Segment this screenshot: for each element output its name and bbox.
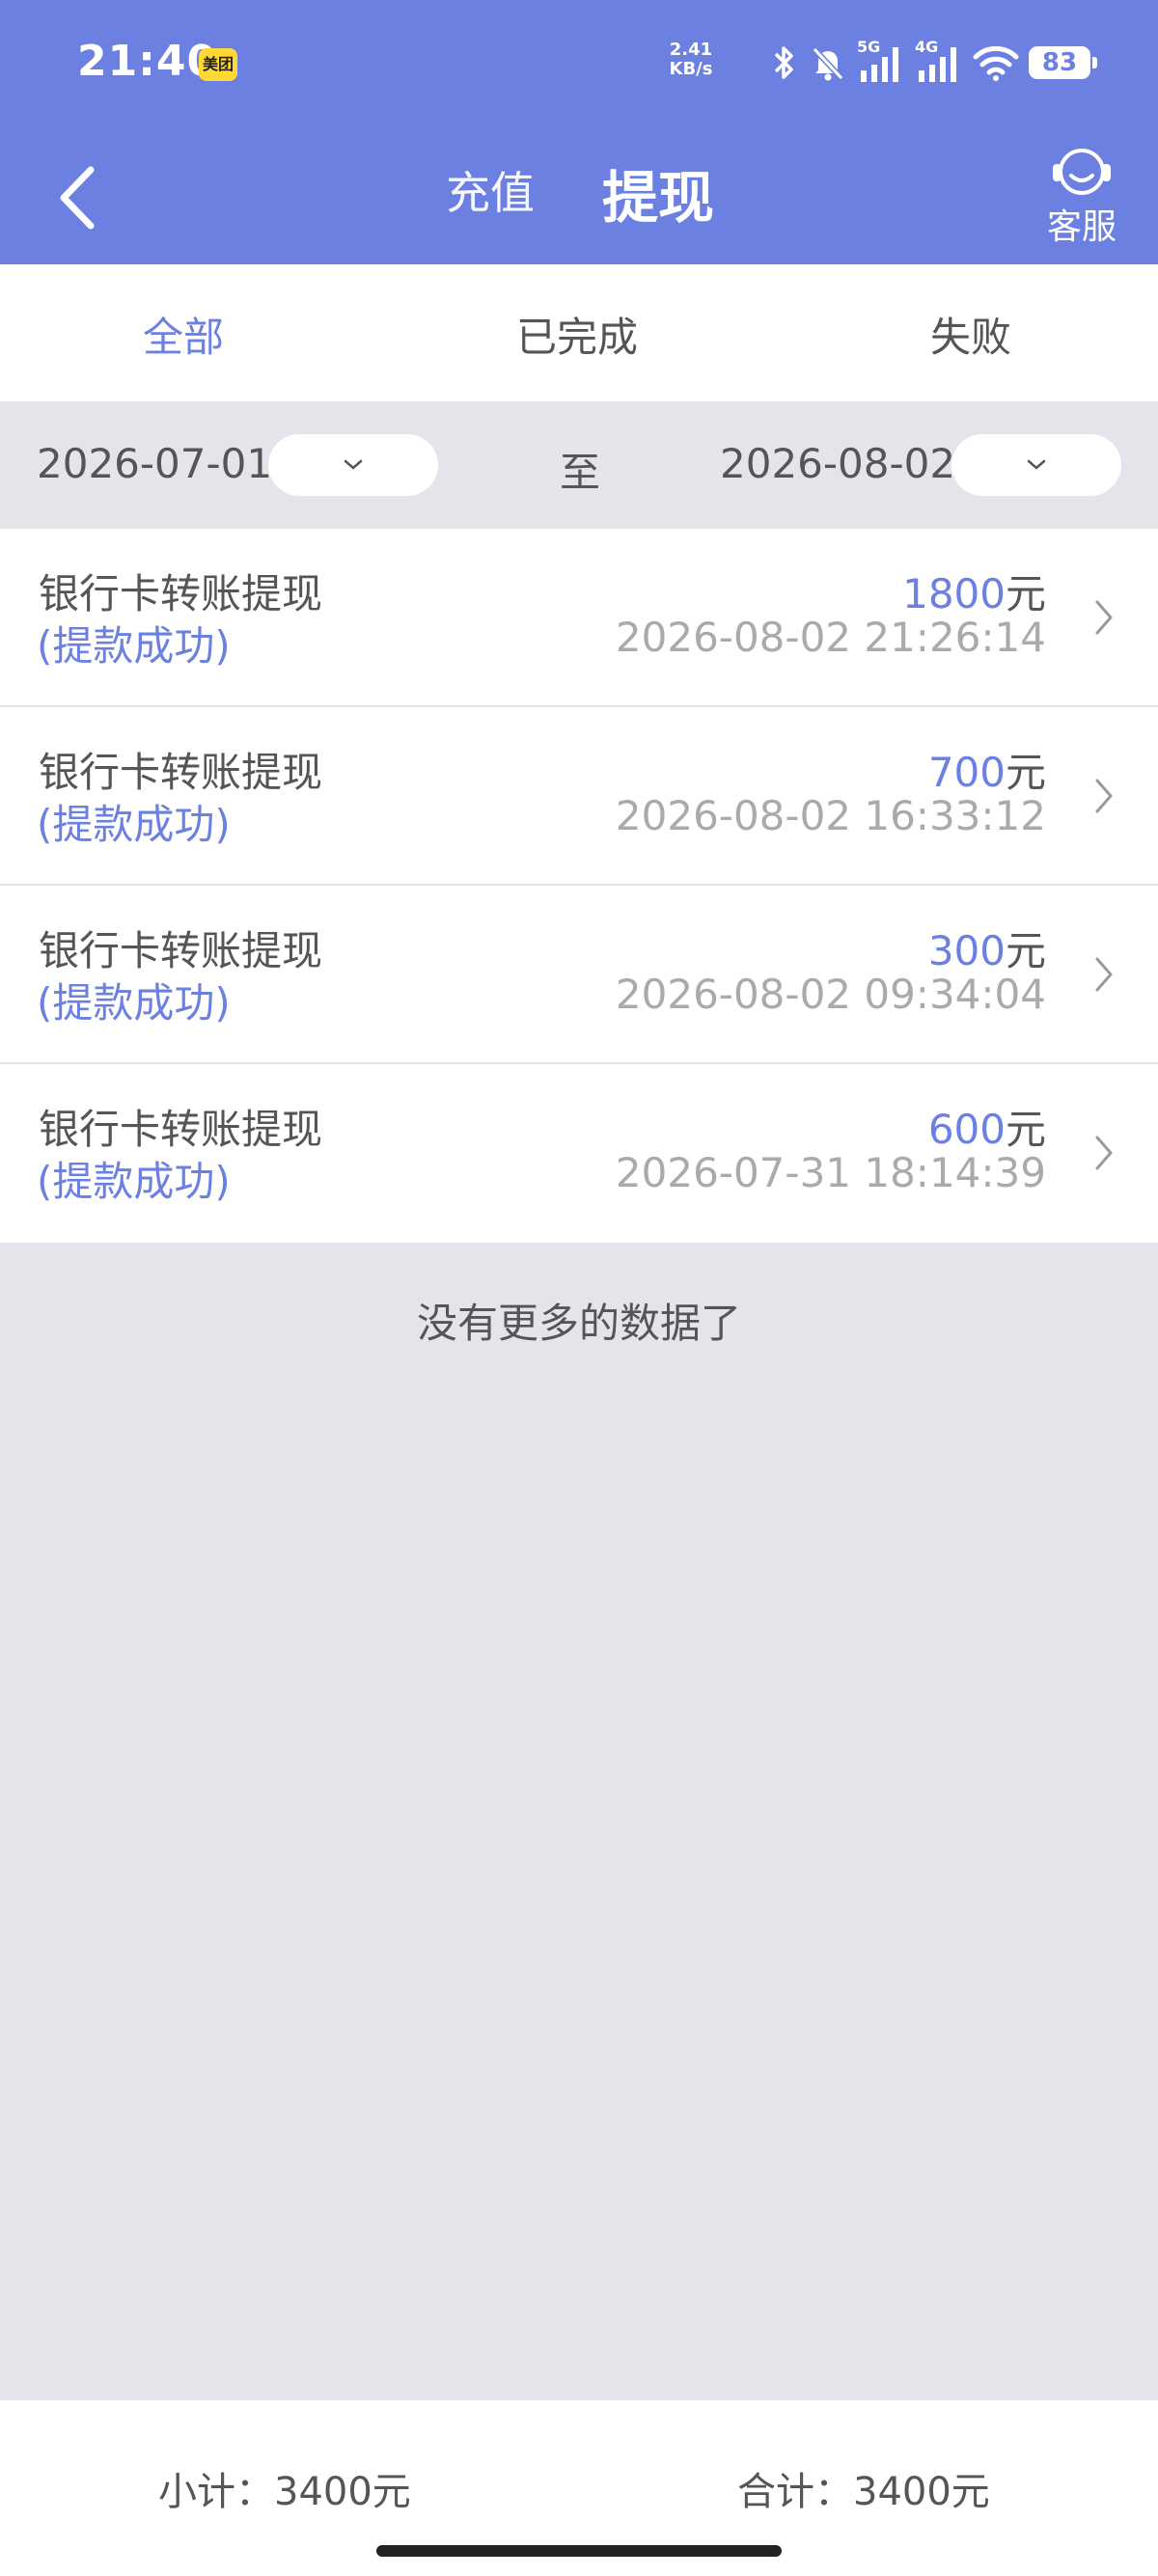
record-status: (提款成功) — [37, 801, 231, 848]
chevron-down-icon — [344, 459, 363, 470]
end-date-dropdown[interactable] — [951, 434, 1121, 496]
network-speed-unit: KB/s — [669, 59, 713, 79]
date-range-separator: 至 — [560, 449, 601, 496]
back-arrow-icon[interactable] — [54, 164, 102, 232]
record-status: (提款成功) — [37, 622, 231, 670]
list-item[interactable]: 银行卡转账提现 (提款成功) 600元 2026-07-31 18:14:39 — [0, 1064, 1158, 1243]
record-amount: 300元 — [927, 927, 1046, 974]
signal-5g: 5G — [857, 38, 905, 84]
wifi-icon — [973, 45, 1019, 81]
record-amount: 600元 — [927, 1106, 1046, 1153]
home-indicator[interactable] — [376, 2545, 782, 2557]
network-speed: 2.41 KB/s — [666, 41, 716, 79]
app-notification-badge: 美团 — [199, 48, 237, 81]
chevron-right-icon — [1095, 600, 1113, 635]
total: 合计：3400元 — [737, 2470, 990, 2514]
list-item[interactable]: 银行卡转账提现 (提款成功) 1800元 2026-08-02 21:26:14 — [0, 529, 1158, 707]
record-time: 2026-08-02 21:26:14 — [615, 614, 1046, 661]
list-item[interactable]: 银行卡转账提现 (提款成功) 300元 2026-08-02 09:34:04 — [0, 886, 1158, 1064]
filter-tabs: 全部 已完成 失败 — [0, 264, 1158, 401]
withdraw-record-list: 银行卡转账提现 (提款成功) 1800元 2026-08-02 21:26:14… — [0, 529, 1158, 1243]
chevron-right-icon — [1095, 1136, 1113, 1170]
record-time: 2026-08-02 09:34:04 — [615, 971, 1046, 1018]
filter-tab-completed[interactable]: 已完成 — [516, 305, 638, 364]
date-range-bar: 2026-07-01 至 2026-08-02 — [0, 401, 1158, 529]
chevron-right-icon — [1095, 957, 1113, 992]
record-amount: 700元 — [927, 749, 1046, 796]
subtotal: 小计：3400元 — [158, 2470, 411, 2514]
start-date: 2026-07-01 — [37, 440, 273, 487]
record-amount: 1800元 — [902, 570, 1046, 617]
record-title: 银行卡转账提现 — [39, 1106, 323, 1153]
customer-service-button[interactable]: 客服 — [1038, 143, 1125, 249]
no-more-data-text: 没有更多的数据了 — [416, 1300, 741, 1347]
summary-footer: 小计：3400元 合计：3400元 — [0, 2400, 1158, 2576]
status-time: 21:40 — [77, 37, 218, 86]
signal-4g: 4G — [915, 38, 963, 84]
record-status: (提款成功) — [37, 979, 231, 1027]
top-bar: 21:40 美团 2.41 KB/s 5G 4G 83 充值 提现 客服 — [0, 0, 1158, 264]
signal-bars-icon — [919, 47, 956, 82]
list-item[interactable]: 银行卡转账提现 (提款成功) 700元 2026-08-02 16:33:12 — [0, 707, 1158, 886]
record-title: 银行卡转账提现 — [39, 570, 323, 617]
status-icons: 5G 4G 83 — [770, 38, 1097, 87]
tab-recharge[interactable]: 充值 — [446, 158, 535, 222]
bluetooth-icon — [774, 46, 793, 79]
mute-bell-icon — [812, 46, 844, 81]
battery-indicator: 83 — [1029, 46, 1097, 79]
record-time: 2026-07-31 18:14:39 — [615, 1149, 1046, 1196]
chevron-down-icon — [1027, 459, 1046, 470]
signal-bars-icon — [861, 47, 898, 82]
customer-service-label: 客服 — [1046, 207, 1117, 247]
headset-icon — [1053, 149, 1111, 195]
tab-withdraw[interactable]: 提现 — [602, 152, 714, 233]
end-date: 2026-08-02 — [720, 440, 956, 487]
filter-tab-all[interactable]: 全部 — [143, 305, 224, 364]
record-title: 银行卡转账提现 — [39, 927, 323, 974]
network-speed-value: 2.41 — [669, 40, 713, 60]
record-title: 银行卡转账提现 — [39, 749, 323, 796]
record-time: 2026-08-02 16:33:12 — [615, 792, 1046, 839]
chevron-right-icon — [1095, 779, 1113, 813]
start-date-dropdown[interactable] — [268, 434, 438, 496]
filter-tab-failed[interactable]: 失败 — [930, 305, 1011, 364]
record-status: (提款成功) — [37, 1158, 231, 1205]
